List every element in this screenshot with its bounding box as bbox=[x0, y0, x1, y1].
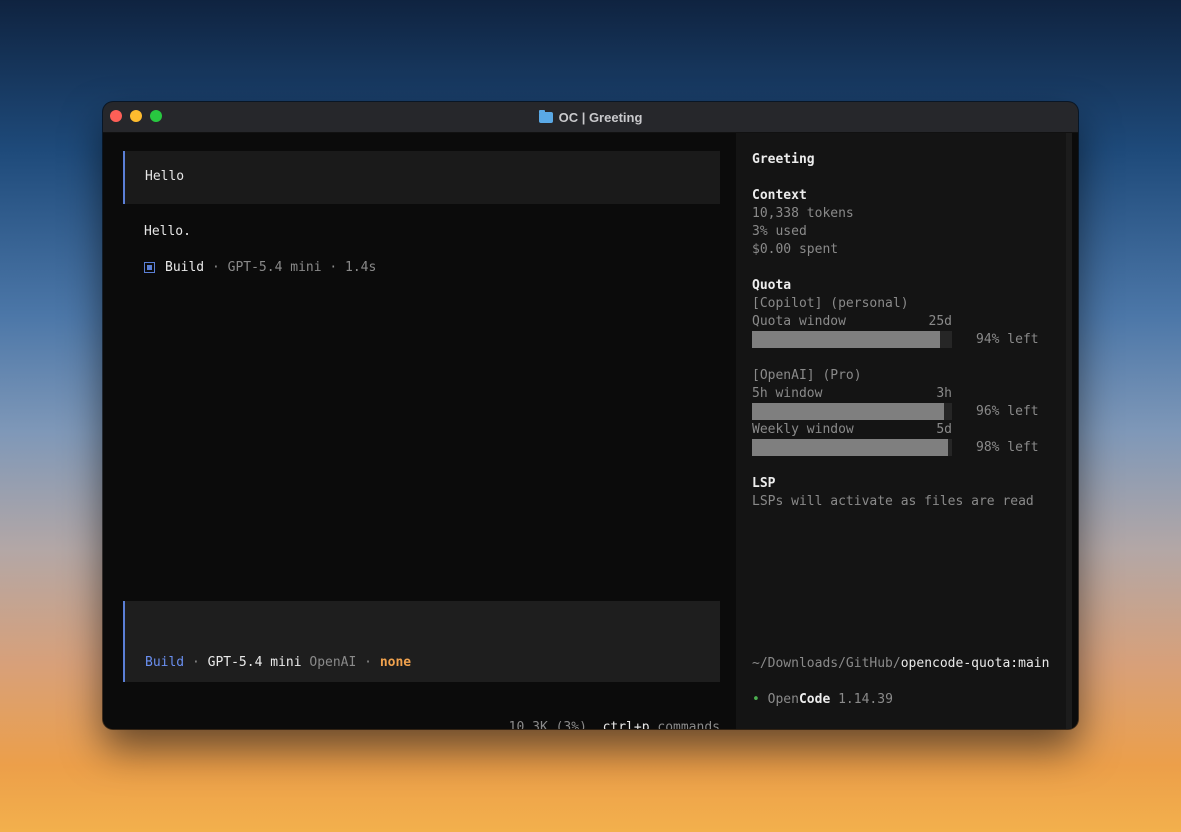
copilot-quota-fill bbox=[752, 331, 940, 348]
title-bar: OC | Greeting bbox=[103, 102, 1078, 133]
terminal-window: OC | Greeting Hello Hello. Build · GPT-5… bbox=[103, 102, 1078, 729]
brand-open: Open bbox=[767, 692, 799, 707]
openai-weekly-fill bbox=[752, 439, 948, 456]
copilot-window-label: Quota window bbox=[752, 314, 846, 329]
openai-weekly-bar bbox=[752, 439, 952, 456]
openai-5h-value: 3h bbox=[936, 386, 952, 401]
openai-5h-fill bbox=[752, 403, 944, 420]
quota-heading: Quota bbox=[752, 278, 792, 293]
agent-square-icon bbox=[144, 262, 155, 273]
copilot-left-text: 94% left bbox=[976, 332, 1039, 347]
window-title: OC | Greeting bbox=[103, 102, 1078, 132]
folder-icon bbox=[538, 109, 553, 123]
sidebar: Greeting Context 10,338 tokens 3% used $… bbox=[736, 133, 1072, 729]
prompt-agent[interactable]: Build bbox=[145, 655, 184, 670]
assistant-meta: Build · GPT-5.4 mini · 1.4s bbox=[144, 260, 376, 275]
prompt-status-line: Build · GPT-5.4 mini OpenAI · none bbox=[145, 655, 411, 670]
prompt-sep-2: · bbox=[356, 655, 380, 670]
context-tokens: 10,338 tokens bbox=[752, 206, 854, 221]
user-message: Hello bbox=[123, 151, 720, 204]
status-dot-icon: • bbox=[752, 692, 760, 707]
shortcut-key: ctrl+p bbox=[602, 720, 650, 729]
meta-sep-1: · bbox=[204, 260, 228, 275]
assistant-message: Hello. bbox=[144, 224, 191, 239]
brand-code: Code bbox=[798, 692, 831, 707]
openai-5h-left-text: 96% left bbox=[976, 404, 1039, 419]
version-line: • OpenCode 1.14.39 bbox=[752, 692, 893, 707]
sidebar-scrollbar[interactable] bbox=[1066, 133, 1072, 729]
lsp-heading: LSP bbox=[752, 476, 776, 491]
shortcut-label[interactable]: commands bbox=[657, 720, 720, 729]
context-heading: Context bbox=[752, 188, 807, 203]
token-usage: 10.3K (3%) bbox=[508, 720, 587, 729]
project-path: ~/Downloads/GitHub/opencode-quota:main bbox=[752, 656, 1049, 671]
status-line: 10.3K (3%) ctrl+p commands bbox=[509, 720, 720, 729]
openai-weekly-value: 5d bbox=[936, 422, 952, 437]
openai-weekly-label: Weekly window bbox=[752, 422, 854, 437]
copilot-label: [Copilot] (personal) bbox=[752, 296, 909, 311]
session-title: Greeting bbox=[752, 152, 815, 167]
version-number: 1.14.39 bbox=[838, 692, 893, 707]
user-message-text: Hello bbox=[145, 169, 185, 184]
context-used: 3% used bbox=[752, 224, 807, 239]
openai-5h-label: 5h window bbox=[752, 386, 823, 401]
prompt-variant[interactable]: none bbox=[380, 655, 411, 670]
prompt-sep-1: · bbox=[184, 655, 208, 670]
prompt-input[interactable]: Build · GPT-5.4 mini OpenAI · none bbox=[123, 601, 720, 682]
window-title-text: OC | Greeting bbox=[558, 109, 643, 125]
context-spent: $0.00 spent bbox=[752, 242, 839, 257]
openai-weekly-left-text: 98% left bbox=[976, 440, 1039, 455]
meta-sep-2: · bbox=[321, 260, 346, 275]
prompt-model[interactable]: GPT-5.4 mini bbox=[208, 655, 302, 670]
content-area: Hello Hello. Build · GPT-5.4 mini · 1.4s… bbox=[103, 133, 1078, 729]
lsp-text: LSPs will activate as files are read bbox=[752, 494, 1034, 509]
path-repo: opencode-quota:main bbox=[900, 656, 1050, 671]
copilot-window-value: 25d bbox=[928, 314, 952, 329]
meta-model: GPT-5.4 mini bbox=[227, 260, 322, 275]
meta-duration: 1.4s bbox=[345, 260, 377, 275]
path-prefix: ~/Downloads/GitHub/ bbox=[752, 656, 901, 671]
copilot-quota-bar bbox=[752, 331, 952, 348]
prompt-provider: OpenAI bbox=[309, 655, 357, 670]
openai-5h-bar bbox=[752, 403, 952, 420]
meta-agent: Build bbox=[165, 260, 205, 275]
openai-label: [OpenAI] (Pro) bbox=[752, 368, 862, 383]
